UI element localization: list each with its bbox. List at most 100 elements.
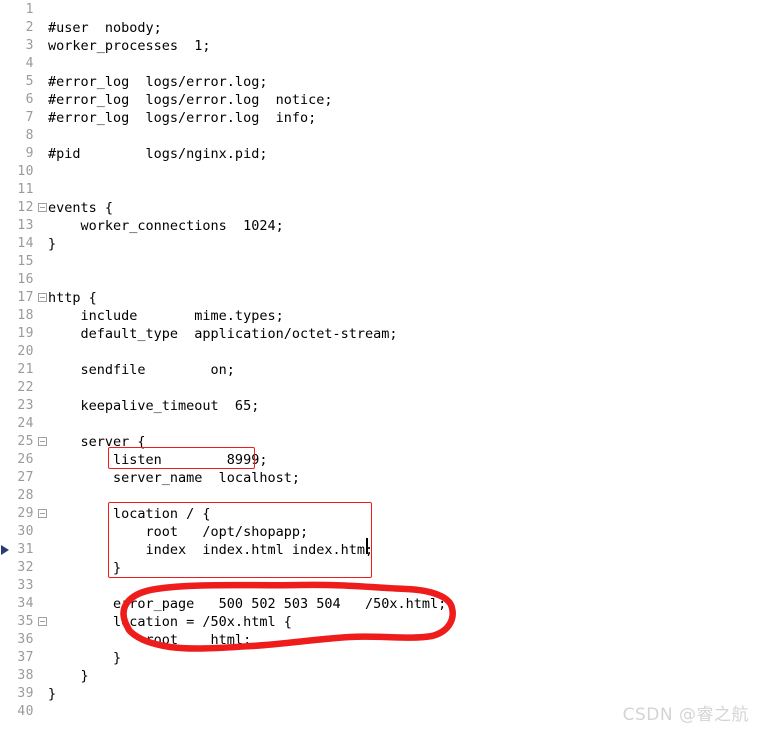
code-line-text: } [48,686,57,702]
line-number: 9 [25,146,34,161]
line-number: 34 [17,596,34,611]
line-number: 7 [25,110,34,125]
code-line[interactable]: 35 location = /50x.html { [0,613,763,631]
code-line[interactable]: 2 #user nobody; [0,19,763,37]
line-number: 35 [17,614,34,629]
line-number: 3 [25,38,34,53]
code-line-text: worker_connections 1024; [48,218,284,234]
code-line[interactable]: 12 events { [0,199,763,217]
code-line[interactable]: 30 root /opt/shopapp; [0,523,763,541]
fold-collapse-icon[interactable] [38,437,47,446]
code-line-text: server { [48,434,146,450]
line-number: 13 [17,218,34,233]
fold-collapse-icon[interactable] [38,509,47,518]
line-number: 26 [17,452,34,467]
code-line[interactable]: 8 [0,127,763,145]
code-line-text: #error_log logs/error.log info; [48,110,317,126]
line-number: 23 [17,398,34,413]
fold-collapse-icon[interactable] [38,617,47,626]
line-number: 12 [17,200,34,215]
line-number: 38 [17,668,34,683]
code-line-text: #user nobody; [48,20,162,36]
code-line[interactable]: 32 } [0,559,763,577]
line-number: 20 [17,344,34,359]
code-line[interactable]: 28 [0,487,763,505]
line-number: 21 [17,362,34,377]
code-line-text: include mime.types; [48,308,284,324]
line-number: 33 [17,578,34,593]
code-line-text: root html; [48,632,252,648]
code-line[interactable]: 1 [0,1,763,19]
line-number: 31 [17,542,34,557]
code-line-text: } [48,236,57,252]
line-number: 37 [17,650,34,665]
line-number: 24 [17,416,34,431]
code-line[interactable]: 16 [0,271,763,289]
code-line[interactable]: 18 include mime.types; [0,307,763,325]
code-line-text: keepalive_timeout 65; [48,398,260,414]
line-number: 17 [17,290,34,305]
code-line[interactable]: 5 #error_log logs/error.log; [0,73,763,91]
code-line-text: } [48,668,89,684]
code-line[interactable]: 34 error_page 500 502 503 504 /50x.html; [0,595,763,613]
code-line-text: location / { [48,506,211,522]
code-line[interactable]: 24 [0,415,763,433]
line-number: 1 [25,2,34,17]
code-line[interactable]: 4 [0,55,763,73]
line-number: 27 [17,470,34,485]
code-line[interactable]: 7 #error_log logs/error.log info; [0,109,763,127]
line-number: 2 [25,20,34,35]
code-line[interactable]: 37 } [0,649,763,667]
line-number: 10 [17,164,34,179]
code-line[interactable]: 14} [0,235,763,253]
line-number: 5 [25,74,34,89]
code-line[interactable]: 36 root html; [0,631,763,649]
code-line-text: location = /50x.html { [48,614,292,630]
code-line-text: index index.html index.htm; [48,542,374,558]
code-line[interactable]: 19 default_type application/octet-stream… [0,325,763,343]
fold-collapse-icon[interactable] [38,293,47,302]
code-line-text: root /opt/shopapp; [48,524,309,540]
code-line[interactable]: 33 [0,577,763,595]
code-line-text: default_type application/octet-stream; [48,326,398,342]
code-line[interactable]: 20 [0,343,763,361]
code-line[interactable]: 21 sendfile on; [0,361,763,379]
code-line-text: #error_log logs/error.log; [48,74,268,90]
line-number: 18 [17,308,34,323]
code-line[interactable]: 11 [0,181,763,199]
line-number: 30 [17,524,34,539]
line-number: 14 [17,236,34,251]
code-line[interactable]: 25 server { [0,433,763,451]
fold-collapse-icon[interactable] [38,203,47,212]
code-line[interactable]: 38 } [0,667,763,685]
code-line[interactable]: 10 [0,163,763,181]
code-line[interactable]: 3 worker_processes 1; [0,37,763,55]
line-number: 40 [17,704,34,719]
code-line[interactable]: 15 [0,253,763,271]
code-line[interactable]: 13 worker_connections 1024; [0,217,763,235]
code-line-text: #error_log logs/error.log notice; [48,92,333,108]
code-line-text: events { [48,200,114,216]
line-number: 16 [17,272,34,287]
text-caret [366,538,368,554]
code-line-text: worker_processes 1; [48,38,211,54]
code-line[interactable]: 29 location / { [0,505,763,523]
line-number: 11 [17,182,34,197]
code-line-text: sendfile on; [48,362,235,378]
code-line[interactable]: 9 #pid logs/nginx.pid; [0,145,763,163]
code-line-text: #pid logs/nginx.pid; [48,146,268,162]
code-editor-pane[interactable]: 1 2 #user nobody; 3 worker_processes 1; 4 5 #er… [0,0,763,739]
code-line[interactable]: 31 index index.html index.htm; [0,541,763,559]
code-line[interactable]: 6 #error_log logs/error.log notice; [0,91,763,109]
code-line-text: error_page 500 502 503 504 /50x.html; [48,596,447,612]
code-line[interactable]: 27 server_name localhost; [0,469,763,487]
line-number: 8 [25,128,34,143]
code-line[interactable]: 26 listen 8999; [0,451,763,469]
code-line-text: http { [48,290,97,306]
line-number: 36 [17,632,34,647]
code-line[interactable]: 17 http { [0,289,763,307]
line-number: 29 [17,506,34,521]
line-number: 32 [17,560,34,575]
code-line[interactable]: 22 [0,379,763,397]
code-line[interactable]: 23 keepalive_timeout 65; [0,397,763,415]
